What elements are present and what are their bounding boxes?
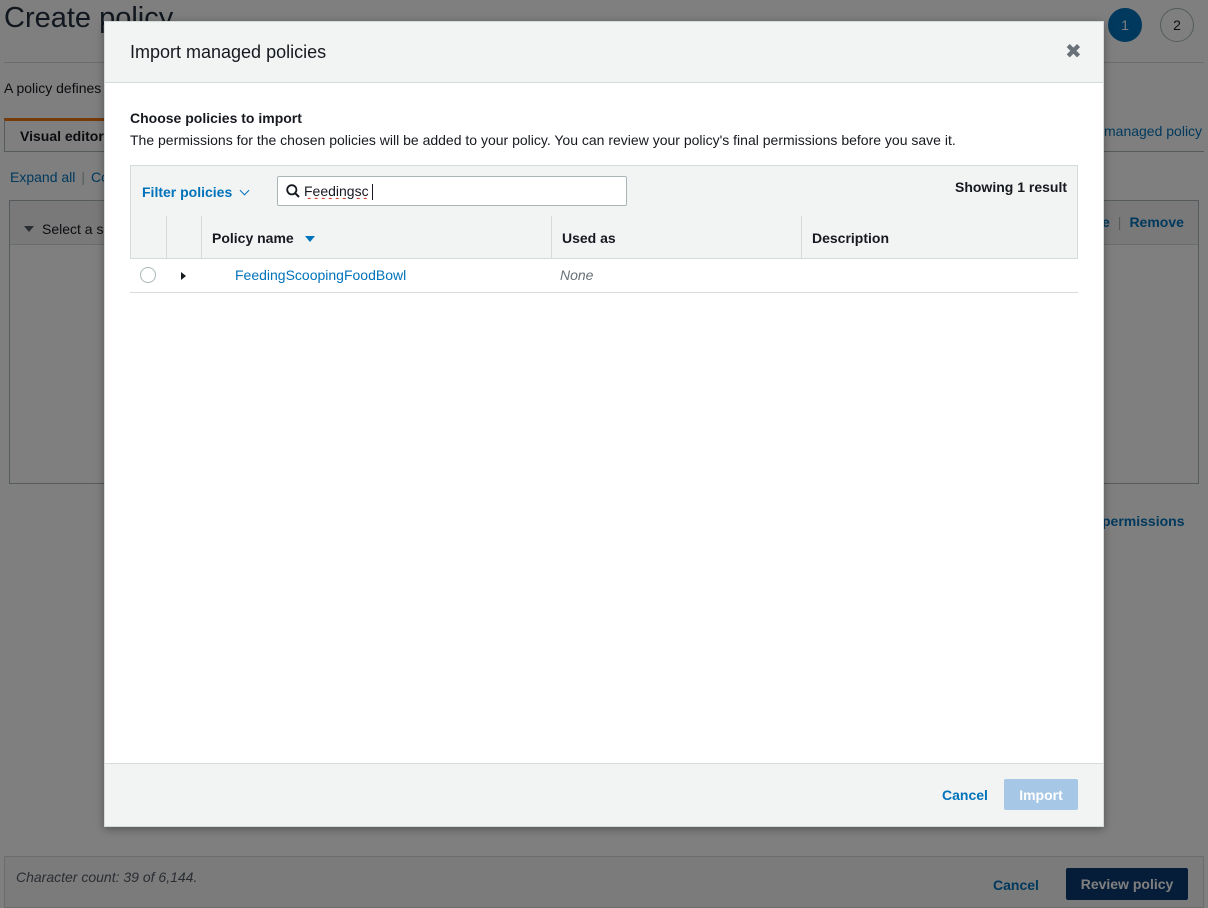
filter-policies-dropdown[interactable]: Filter policies — [142, 184, 250, 200]
row-select-radio[interactable] — [140, 267, 156, 283]
used-as-value: None — [560, 267, 594, 283]
section-title: Choose policies to import — [130, 110, 302, 126]
table-row[interactable]: FeedingScoopingFoodBowl None — [130, 259, 1078, 293]
result-count: Showing 1 result — [954, 179, 1067, 195]
modal-title: Import managed policies — [130, 42, 327, 62]
search-box[interactable] — [277, 176, 627, 206]
column-label: Description — [812, 230, 890, 246]
modal-footer: Cancel Import — [105, 763, 1103, 826]
filter-bar: Filter policies Showing 1 result — [130, 165, 1078, 217]
modal-header: Import managed policies ✖ — [105, 22, 1103, 83]
chevron-down-icon — [239, 185, 250, 196]
policy-name-link[interactable]: FeedingScoopingFoodBowl — [235, 267, 406, 283]
sort-desc-icon[interactable] — [304, 236, 315, 242]
import-button[interactable]: Import — [1004, 779, 1078, 810]
section-description: The permissions for the chosen policies … — [130, 132, 956, 148]
column-policy-name[interactable]: Policy name — [202, 216, 552, 258]
text-cursor — [372, 184, 373, 200]
caret-right-icon[interactable] — [181, 272, 186, 280]
column-used-as[interactable]: Used as — [552, 216, 802, 258]
expand-column-header — [167, 216, 202, 258]
cancel-button[interactable]: Cancel — [942, 787, 988, 803]
column-label: Policy name — [212, 230, 294, 246]
filter-policies-label: Filter policies — [142, 184, 233, 200]
column-description[interactable]: Description — [802, 216, 1079, 258]
select-column-header — [131, 216, 167, 258]
policies-table: Policy name Used as Description FeedingS… — [130, 216, 1078, 293]
import-policies-modal: Import managed policies ✖ Choose policie… — [104, 21, 1104, 827]
search-icon — [286, 184, 300, 198]
column-label: Used as — [562, 230, 616, 246]
search-input[interactable] — [304, 181, 614, 201]
table-header: Policy name Used as Description — [130, 216, 1078, 259]
close-icon[interactable]: ✖ — [1065, 42, 1082, 62]
